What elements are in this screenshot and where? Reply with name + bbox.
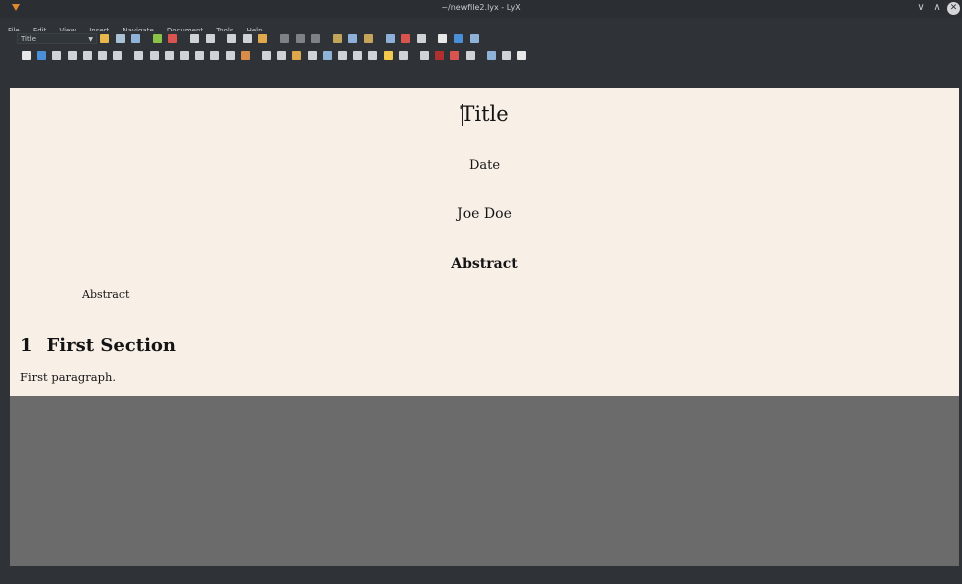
menubar: File Edit View Insert Navigate Document … [0,18,962,35]
paragraph-layout-select[interactable]: Title ▼ [17,33,97,44]
preferences-icon[interactable] [486,51,496,60]
image-icon[interactable] [240,51,250,60]
section-heading[interactable]: 1 First Section [20,335,176,356]
open-icon[interactable] [115,34,125,43]
reference-icon[interactable] [113,51,123,60]
redo-icon[interactable] [205,34,215,43]
tag-icon[interactable] [277,51,287,60]
abstract-heading: Abstract [451,256,518,272]
align-center-icon[interactable] [149,51,159,60]
indent-icon[interactable] [195,51,205,60]
abstract-body[interactable]: Abstract [82,288,129,301]
box-icon[interactable] [262,51,271,60]
document-author[interactable]: Joe Doe [10,206,959,222]
info-icon[interactable] [398,51,408,60]
document-title[interactable]: Title [10,102,959,126]
note-icon[interactable] [292,51,302,60]
undo-icon[interactable] [190,34,199,43]
attachment-icon[interactable] [465,51,475,60]
layout-value: Title [21,35,37,43]
noun-icon[interactable] [348,34,358,43]
insert-graphics-icon[interactable] [401,34,411,43]
document-workspace: Title Date Joe Doe Abstract Abstract 1 Fi… [10,88,959,566]
text-cursor [462,104,463,126]
toggle-toolbar-icon[interactable] [469,34,479,43]
settings-icon[interactable] [420,51,429,60]
main-toolbar: Title ▼ [0,31,962,47]
emphasis-icon[interactable] [332,34,342,43]
save-icon[interactable] [131,34,141,43]
align-left-icon[interactable] [134,51,144,60]
bookmark-icon[interactable] [322,51,332,60]
window-titlebar: ~/newfile2.lyx - LyX ∨ ∧ ✕ [0,0,962,18]
refresh-icon[interactable] [37,51,47,60]
citation-icon[interactable] [82,51,92,60]
close-icon[interactable]: ✕ [947,2,960,15]
outdent-icon[interactable] [210,51,220,60]
edit-icon[interactable] [307,51,317,60]
align-block-icon[interactable] [180,51,189,60]
cut-icon[interactable] [227,34,237,43]
maximize-icon[interactable]: ∧ [930,1,944,15]
quote-icon[interactable] [22,51,31,60]
align-right-icon[interactable] [164,51,174,60]
back-arrow-icon[interactable] [311,34,321,43]
spellcheck-icon[interactable] [152,34,162,43]
document-page[interactable]: Title Date Joe Doe Abstract Abstract 1 Fi… [10,88,959,396]
text-style-icon[interactable] [364,34,373,43]
math-sum-icon[interactable] [385,34,395,43]
help-icon[interactable] [502,51,511,60]
view-pdf-icon[interactable] [438,34,448,43]
document-icon[interactable] [353,51,363,60]
table-icon[interactable] [416,34,426,43]
status-bar [0,566,962,584]
first-paragraph[interactable]: First paragraph. [20,370,116,384]
comment-icon[interactable] [338,51,347,60]
marker-icon[interactable] [435,51,445,60]
track-changes-icon[interactable] [168,34,178,43]
new-document-icon[interactable] [100,34,109,43]
find-replace-icon[interactable] [295,34,305,43]
search-icon[interactable] [280,34,289,43]
list-icon[interactable] [225,51,235,60]
chevron-down-icon: ▼ [88,36,93,43]
document-date[interactable]: Date [10,158,959,173]
section-number: 1 [20,335,33,356]
book-icon[interactable] [517,51,527,60]
error-icon[interactable] [450,51,460,60]
minimize-icon[interactable]: ∨ [914,1,928,15]
update-view-icon[interactable] [454,34,463,43]
paste-icon[interactable] [258,34,268,43]
section-title: First Section [46,335,177,356]
page-icon[interactable] [368,51,378,60]
toc-icon[interactable] [52,51,62,60]
copy-icon[interactable] [242,34,252,43]
sticky-note-icon[interactable] [383,51,393,60]
label-icon[interactable] [98,51,107,60]
extra-toolbar [0,47,962,65]
window-title: ~/newfile2.lyx - LyX [441,3,521,12]
index-icon[interactable] [67,51,77,60]
